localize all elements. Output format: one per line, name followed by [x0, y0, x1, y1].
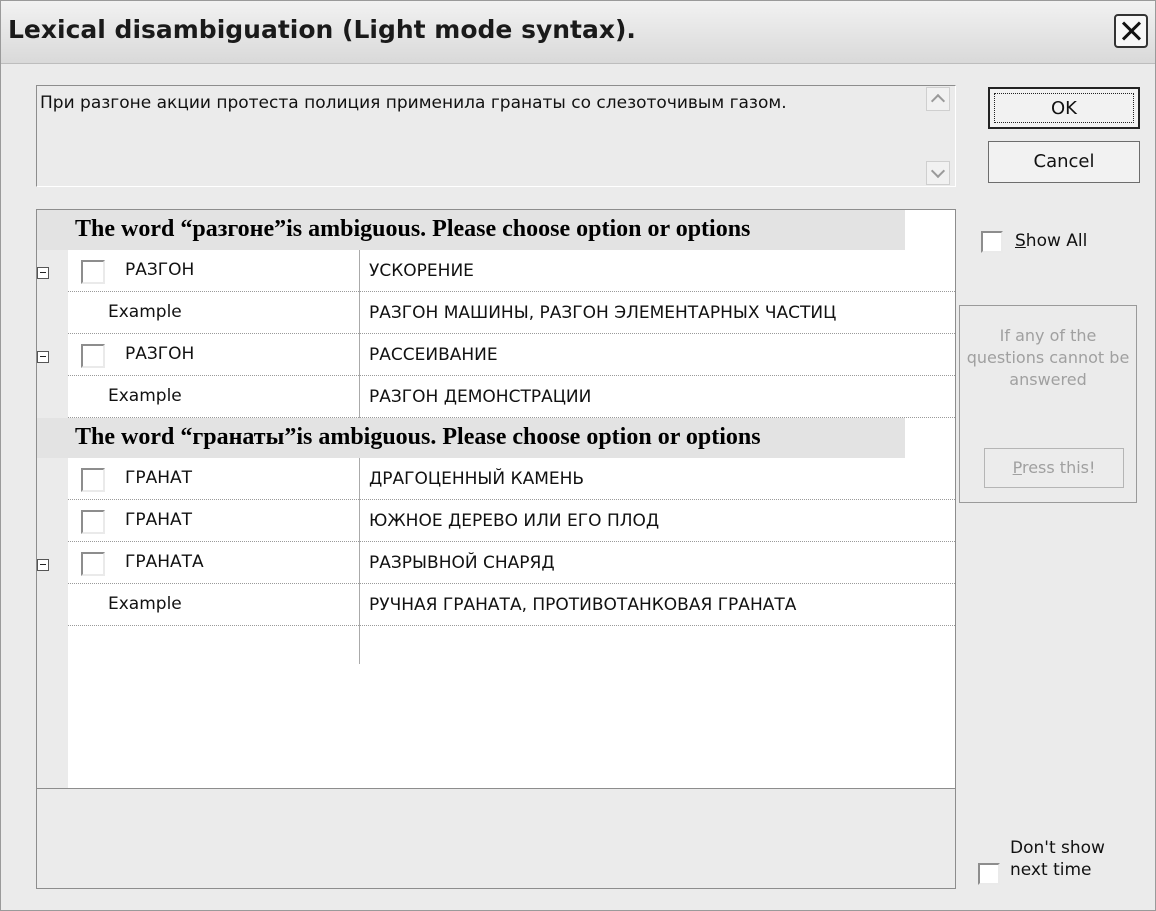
- scroll-down-icon[interactable]: [926, 161, 950, 185]
- sense-word: РАЗГОН: [125, 260, 195, 280]
- example-row: Example РАЗГОН МАШИНЫ, РАЗГОН ЭЛЕМЕНТАРНЫ…: [37, 292, 955, 334]
- window-title: Lexical disambiguation (Light mode synta…: [8, 15, 636, 44]
- collapse-minus-icon[interactable]: [37, 559, 49, 571]
- example-row: Example РУЧНАЯ ГРАНАТА, ПРОТИВОТАНКОВАЯ Г…: [37, 584, 955, 626]
- sense-meaning: ДРАГОЦЕННЫЙ КАМЕНЬ: [369, 469, 585, 489]
- example-label: Example: [108, 302, 182, 322]
- dont-show-checkbox[interactable]: [978, 863, 1000, 885]
- sense-checkbox[interactable]: [81, 344, 105, 368]
- ambiguity-banner: The word “гранаты”is ambiguous. Please c…: [37, 418, 905, 458]
- sense-checkbox[interactable]: [81, 260, 105, 284]
- press-this-button[interactable]: Press this!: [984, 448, 1124, 488]
- sense-meaning: ЮЖНОЕ ДЕРЕВО ИЛИ ЕГО ПЛОД: [369, 511, 660, 531]
- hint-text: If any of the questions cannot be answer…: [966, 326, 1130, 389]
- ambiguity-banner-text: The word “гранаты”is ambiguous. Please c…: [75, 424, 761, 450]
- sense-meaning: РАЗРЫВНОЙ СНАРЯД: [369, 553, 555, 573]
- row-separator: [68, 625, 955, 626]
- example-text: РУЧНАЯ ГРАНАТА, ПРОТИВОТАНКОВАЯ ГРАНАТА: [369, 595, 797, 615]
- collapse-minus-icon[interactable]: [37, 351, 49, 363]
- sense-meaning: УСКОРЕНИЕ: [369, 261, 474, 281]
- sense-checkbox[interactable]: [81, 552, 105, 576]
- sense-word: ГРАНАТА: [125, 552, 204, 572]
- ambiguity-banner: The word “разгоне”is ambiguous. Please c…: [37, 210, 905, 250]
- show-all-checkbox[interactable]: [981, 231, 1003, 253]
- example-text: РАЗГОН МАШИНЫ, РАЗГОН ЭЛЕМЕНТАРНЫХ ЧАСТИ…: [369, 303, 837, 323]
- example-text: РАЗГОН ДЕМОНСТРАЦИИ: [369, 387, 592, 407]
- sense-checkbox[interactable]: [81, 510, 105, 534]
- unanswerable-group: If any of the questions cannot be answer…: [959, 305, 1137, 503]
- status-panel: [36, 789, 956, 889]
- sense-row[interactable]: ГРАНАТА РАЗРЫВНОЙ СНАРЯД: [37, 542, 955, 584]
- dialog-window: Lexical disambiguation (Light mode synta…: [0, 0, 1156, 911]
- ambiguity-banner-text: The word “разгоне”is ambiguous. Please c…: [75, 216, 751, 242]
- dont-show-label: Don't show next time: [1010, 838, 1105, 880]
- scroll-up-icon[interactable]: [926, 87, 950, 111]
- sentence-field[interactable]: При разгоне акции протеста полиция приме…: [36, 85, 956, 187]
- example-row: Example РАЗГОН ДЕМОНСТРАЦИИ: [37, 376, 955, 418]
- close-icon[interactable]: [1114, 14, 1148, 48]
- sense-word: ГРАНАТ: [125, 468, 193, 488]
- sense-meaning: РАССЕИВАНИЕ: [369, 345, 498, 365]
- sense-row[interactable]: ГРАНАТ ЮЖНОЕ ДЕРЕВО ИЛИ ЕГО ПЛОД: [37, 500, 955, 542]
- sense-word: ГРАНАТ: [125, 510, 193, 530]
- cancel-button[interactable]: Cancel: [988, 141, 1140, 183]
- sentence-scrollbar[interactable]: [924, 87, 954, 185]
- sense-row[interactable]: РАЗГОН РАССЕИВАНИЕ: [37, 334, 955, 376]
- sense-row[interactable]: РАЗГОН УСКОРЕНИЕ: [37, 250, 955, 292]
- ok-button-label: OK: [994, 93, 1134, 123]
- sense-checkbox[interactable]: [81, 468, 105, 492]
- example-label: Example: [108, 594, 182, 614]
- ok-button[interactable]: OK: [988, 87, 1140, 129]
- collapse-minus-icon[interactable]: [37, 267, 49, 279]
- sense-word: РАЗГОН: [125, 344, 195, 364]
- example-label: Example: [108, 386, 182, 406]
- title-bar[interactable]: Lexical disambiguation (Light mode synta…: [1, 1, 1155, 64]
- show-all-label: Show All: [1015, 231, 1088, 251]
- disambiguation-tree[interactable]: The word “разгоне”is ambiguous. Please c…: [36, 209, 956, 789]
- sense-row[interactable]: ГРАНАТ ДРАГОЦЕННЫЙ КАМЕНЬ: [37, 458, 955, 500]
- tree-content: The word “разгоне”is ambiguous. Please c…: [37, 210, 955, 788]
- sentence-text: При разгоне акции протеста полиция приме…: [40, 93, 787, 113]
